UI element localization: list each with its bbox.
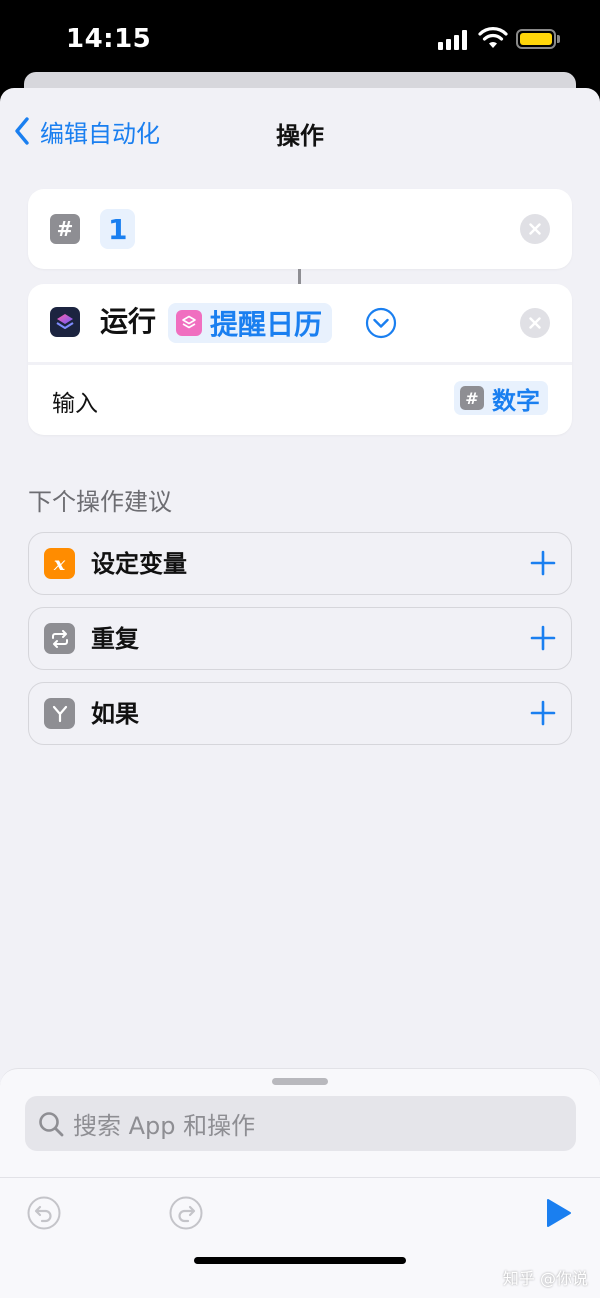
undo-icon[interactable]	[26, 1195, 62, 1231]
status-bar: 14:15	[0, 0, 600, 80]
page-title: 操作	[276, 122, 324, 150]
suggestion-label: 设定变量	[91, 550, 187, 578]
automation-sheet: 编辑自动化 操作 # 1 运行 提醒日历 输入 # 数字 下个操作建议 x 设定…	[0, 88, 600, 1298]
close-icon	[529, 317, 541, 329]
input-variable-token[interactable]: # 数字	[454, 381, 548, 415]
hash-icon: #	[50, 214, 80, 244]
suggestions-header: 下个操作建议	[28, 488, 172, 516]
shortcut-token[interactable]: 提醒日历	[168, 303, 333, 343]
watermark: 知乎 @你说	[502, 1269, 588, 1288]
run-label: 运行	[100, 305, 157, 338]
divider	[28, 362, 572, 365]
suggestion-label: 如果	[91, 700, 139, 728]
suggestion-label: 重复	[91, 625, 139, 653]
action-connector	[298, 269, 301, 284]
repeat-icon	[44, 623, 75, 654]
redo-icon[interactable]	[168, 1195, 204, 1231]
remove-action-button[interactable]	[520, 308, 550, 338]
search-input[interactable]: 搜索 App 和操作	[25, 1096, 576, 1151]
close-icon	[529, 223, 541, 235]
shortcuts-app-icon	[50, 307, 80, 337]
suggestion-set-variable[interactable]: x 设定变量	[28, 532, 572, 595]
home-indicator[interactable]	[194, 1257, 406, 1264]
number-action-card[interactable]: # 1	[28, 189, 572, 269]
sheet-grabber[interactable]	[272, 1078, 328, 1085]
hash-icon: #	[460, 386, 484, 410]
remove-action-button[interactable]	[520, 214, 550, 244]
plus-icon[interactable]	[529, 549, 557, 577]
shortcut-name: 提醒日历	[210, 308, 323, 341]
cellular-signal-icon	[438, 30, 468, 50]
divider	[0, 1177, 600, 1178]
shortcut-stack-icon	[176, 310, 202, 336]
input-variable-name: 数字	[492, 386, 540, 415]
play-icon[interactable]	[542, 1197, 574, 1229]
search-icon	[39, 1111, 64, 1136]
suggestion-repeat[interactable]: 重复	[28, 607, 572, 670]
plus-icon[interactable]	[529, 624, 557, 652]
battery-icon	[516, 29, 556, 49]
suggestion-if[interactable]: 如果	[28, 682, 572, 745]
wifi-icon	[478, 27, 508, 48]
input-label: 输入	[52, 391, 98, 417]
variable-icon: x	[44, 548, 75, 579]
action-search-panel: 搜索 App 和操作 知乎 @你说	[0, 1068, 600, 1298]
status-time: 14:15	[66, 24, 152, 54]
if-branch-icon	[44, 698, 75, 729]
run-shortcut-action-card[interactable]: 运行 提醒日历 输入 # 数字	[28, 284, 572, 435]
search-placeholder: 搜索 App 和操作	[73, 1112, 256, 1140]
expand-chevron-icon[interactable]	[365, 307, 397, 339]
number-value-token[interactable]: 1	[100, 209, 136, 249]
plus-icon[interactable]	[529, 699, 557, 727]
